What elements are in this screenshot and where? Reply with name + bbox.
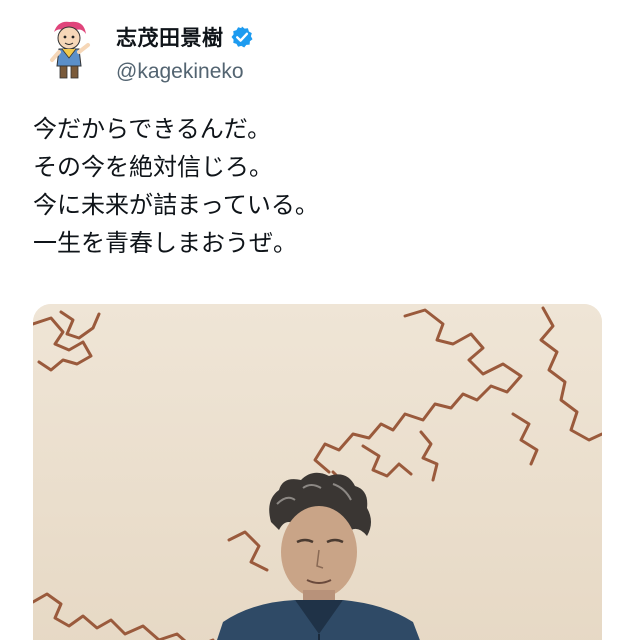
author-names: 志茂田景樹 @kagekineko [116,18,254,84]
tweet-card: 志茂田景樹 @kagekineko 今だからできるんだ。 その今を絶対信じろ。 … [0,0,640,640]
verified-badge-icon [231,26,252,48]
tweet-text-line: その今を絶対信じろ。 [33,153,273,181]
cartoon-avatar-icon [50,21,90,79]
tweet-text-line: 今に未来が詰まっている。 [33,191,319,219]
tweet-text-line: 一生を青春しまおうぜ。 [33,229,297,257]
photo-image [33,304,602,640]
avatar[interactable] [40,18,98,82]
display-name[interactable]: 志茂田景樹 [116,22,224,52]
tweet-photo[interactable] [33,304,602,640]
tweet-text-line: 今だからできるんだ。 [33,115,272,143]
tweet-header: 志茂田景樹 @kagekineko [40,18,254,88]
tweet-text: 今だからできるんだ。 その今を絶対信じろ。 今に未来が詰まっている。 一生を青春… [33,110,613,262]
user-handle[interactable]: @kagekineko [116,60,254,84]
display-name-row: 志茂田景樹 [116,24,254,50]
